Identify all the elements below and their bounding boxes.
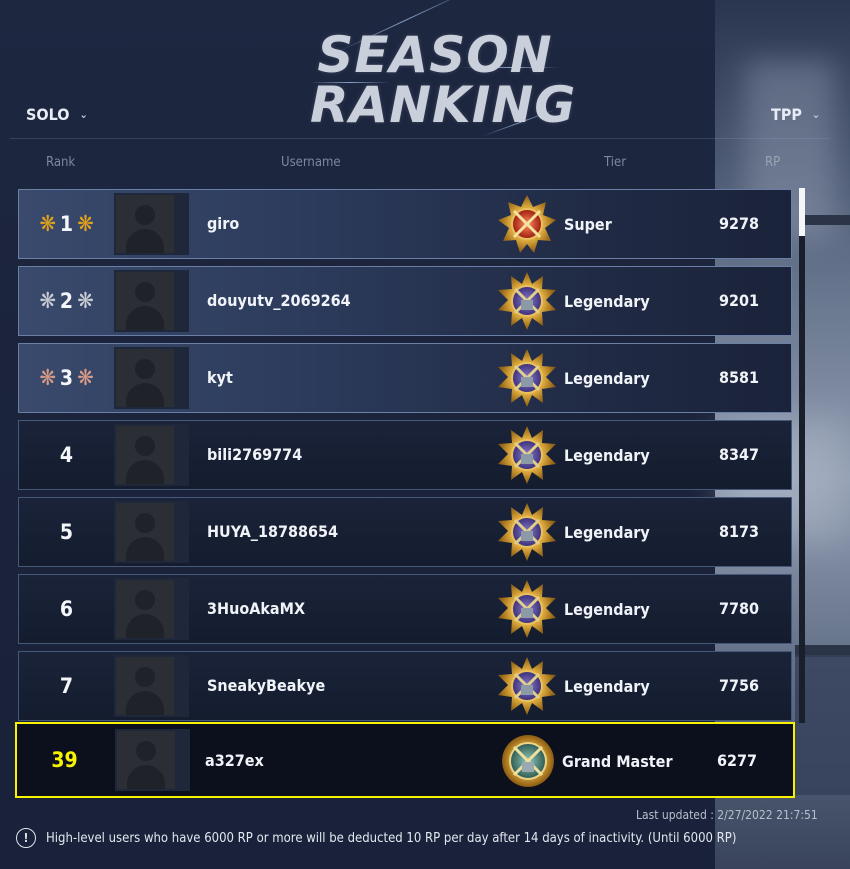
chevron-down-icon: ⌄ bbox=[79, 108, 88, 121]
inactivity-notice: ! High-level users who have 6000 RP or m… bbox=[16, 828, 736, 848]
table-row[interactable]: 7 SneakyBeakye Legendary 7756 bbox=[18, 651, 792, 721]
tier-name: Legendary bbox=[564, 600, 650, 619]
table-row[interactable]: 4 bili2769774 Legendary 8347 bbox=[18, 420, 792, 490]
table-row[interactable]: ❋ 3 ❋ kyt Legendary 8581 bbox=[18, 343, 792, 413]
rp-value: 9201 bbox=[718, 291, 759, 310]
laurel-left-icon: ❋ bbox=[39, 365, 56, 391]
column-header-rp: RP bbox=[765, 155, 781, 170]
header-divider bbox=[10, 138, 830, 139]
tier-name: Legendary bbox=[564, 446, 650, 465]
rp-value: 8581 bbox=[718, 368, 759, 387]
laurel-right-icon: ❋ bbox=[77, 211, 94, 237]
rank-number: 7 bbox=[59, 674, 74, 698]
column-header-tier: Tier bbox=[604, 155, 626, 170]
column-header-rank: Rank bbox=[46, 155, 76, 170]
rp-value: 7756 bbox=[718, 676, 759, 695]
season-ranking-title: SEASON RANKING bbox=[310, 0, 577, 137]
username[interactable]: giro bbox=[207, 190, 239, 258]
rank-number: 5 bbox=[59, 520, 74, 544]
tier-name: Legendary bbox=[564, 369, 650, 388]
grand-master-tier-icon bbox=[502, 735, 554, 787]
rp-value: 9278 bbox=[718, 214, 759, 233]
tier-name: Legendary bbox=[564, 292, 650, 311]
chevron-down-icon: ⌄ bbox=[811, 108, 821, 121]
avatar bbox=[114, 347, 189, 409]
tier-name: Legendary bbox=[564, 677, 650, 696]
rank-cell: ❋ 3 ❋ bbox=[19, 344, 114, 412]
column-header-username: Username bbox=[281, 155, 341, 170]
tier-name: Super bbox=[564, 215, 612, 234]
rank-number: 4 bbox=[59, 443, 74, 467]
rank-number: 3 bbox=[59, 366, 74, 390]
rp-value: 8173 bbox=[718, 522, 759, 541]
username[interactable]: douyutv_2069264 bbox=[207, 267, 351, 335]
avatar bbox=[114, 655, 189, 717]
username[interactable]: 3HuoAkaMX bbox=[207, 575, 305, 643]
avatar bbox=[114, 501, 189, 563]
avatar bbox=[114, 578, 189, 640]
mode-label: SOLO bbox=[26, 105, 70, 124]
rank-cell: ❋ 1 ❋ bbox=[19, 190, 114, 258]
laurel-left-icon: ❋ bbox=[39, 288, 56, 314]
avatar bbox=[114, 270, 189, 332]
rp-value: 6277 bbox=[716, 751, 757, 770]
tier-name: Legendary bbox=[564, 523, 650, 542]
notice-text: High-level users who have 6000 RP or mor… bbox=[46, 830, 737, 846]
rank-number: 2 bbox=[59, 289, 74, 313]
legendary-tier-icon bbox=[498, 272, 556, 330]
my-rank-row[interactable]: 39 a327ex Grand Master 6277 bbox=[15, 722, 795, 798]
legendary-tier-icon bbox=[498, 426, 556, 484]
avatar bbox=[115, 729, 190, 791]
legendary-tier-icon bbox=[498, 503, 556, 561]
legendary-tier-icon bbox=[498, 657, 556, 715]
rank-cell: ❋ 2 ❋ bbox=[19, 267, 114, 335]
table-row[interactable]: 5 HUYA_18788654 Legendary 8173 bbox=[18, 497, 792, 567]
avatar bbox=[114, 424, 189, 486]
username[interactable]: SneakyBeakye bbox=[207, 652, 325, 720]
mode-dropdown-solo[interactable]: SOLO ⌄ bbox=[26, 105, 88, 124]
rp-value: 7780 bbox=[718, 599, 759, 618]
perspective-dropdown-tpp[interactable]: TPP ⌄ bbox=[771, 105, 820, 124]
scrollbar-thumb[interactable] bbox=[799, 188, 805, 236]
perspective-label: TPP bbox=[771, 105, 802, 124]
legendary-tier-icon bbox=[498, 349, 556, 407]
last-updated: Last updated : 2/27/2022 21:7:51 bbox=[636, 808, 818, 822]
scrollbar-track[interactable] bbox=[799, 188, 805, 723]
rank-number: 6 bbox=[59, 597, 74, 621]
info-icon: ! bbox=[16, 828, 36, 848]
username[interactable]: a327ex bbox=[205, 727, 264, 795]
avatar bbox=[114, 193, 189, 255]
super-tier-icon bbox=[498, 195, 556, 253]
username[interactable]: bili2769774 bbox=[207, 421, 302, 489]
laurel-right-icon: ❋ bbox=[77, 365, 94, 391]
rank-number: 1 bbox=[59, 212, 74, 236]
table-row[interactable]: ❋ 2 ❋ douyutv_2069264 Legendary 9201 bbox=[18, 266, 792, 336]
rp-value: 8347 bbox=[718, 445, 759, 464]
username[interactable]: kyt bbox=[207, 344, 233, 412]
tier-name: Grand Master bbox=[562, 752, 673, 771]
laurel-left-icon: ❋ bbox=[39, 211, 56, 237]
legendary-tier-icon bbox=[498, 580, 556, 638]
title-line-2: RANKING bbox=[310, 76, 577, 134]
table-row[interactable]: ❋ 1 ❋ giro Super 9278 bbox=[18, 189, 792, 259]
laurel-right-icon: ❋ bbox=[77, 288, 94, 314]
username[interactable]: HUYA_18788654 bbox=[207, 498, 338, 566]
rank-number: 39 bbox=[51, 748, 78, 772]
table-row[interactable]: 6 3HuoAkaMX Legendary 7780 bbox=[18, 574, 792, 644]
